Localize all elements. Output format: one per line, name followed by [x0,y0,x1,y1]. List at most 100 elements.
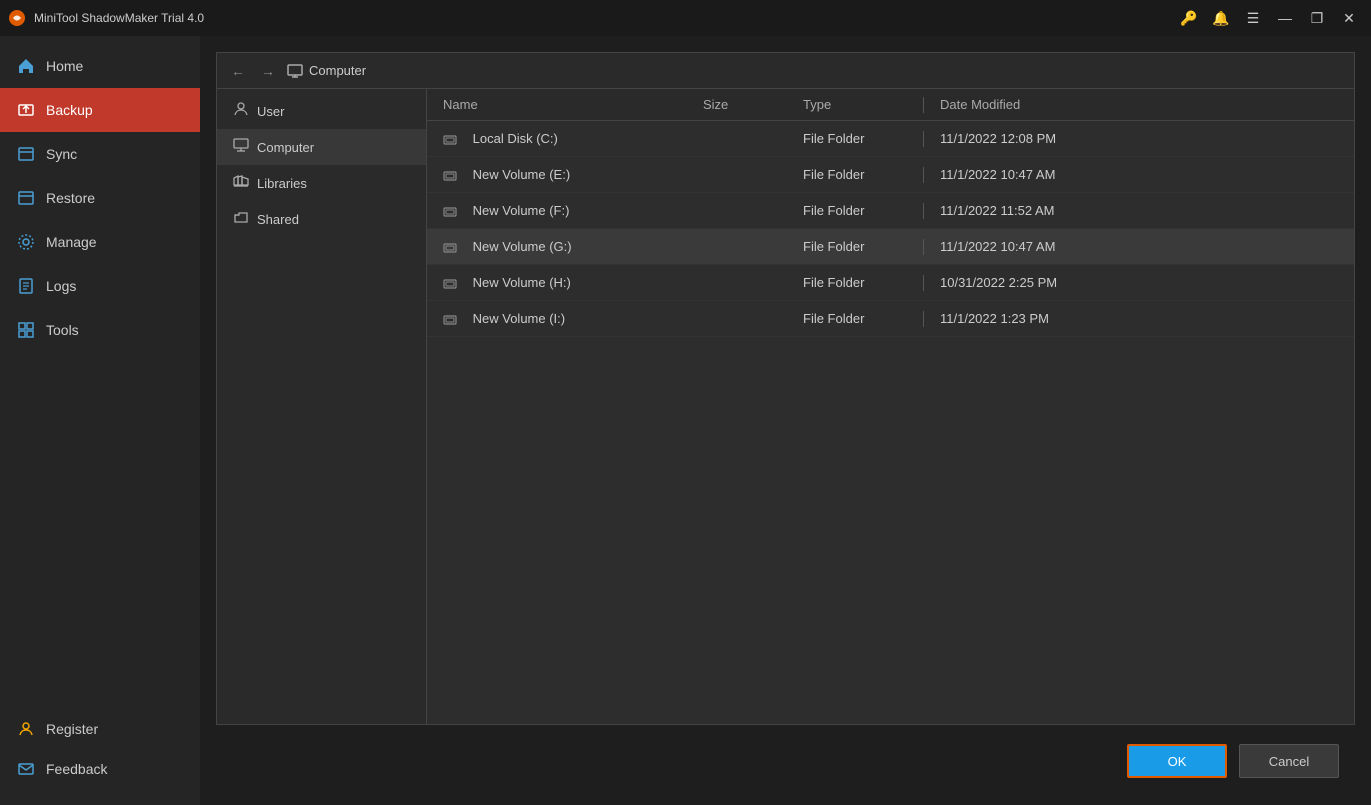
window-controls: 🔑 🔔 ☰ — ❐ ✕ [1175,4,1363,32]
nav-forward-button[interactable]: → [257,60,279,82]
sidebar-item-backup[interactable]: Backup [0,88,200,132]
file-date: 11/1/2022 12:08 PM [940,131,1338,146]
drive-icon [443,275,465,290]
libraries-tree-icon [233,173,249,193]
header-size: Size [703,97,803,112]
header-name: Name [443,97,703,112]
restore-button[interactable]: ❐ [1303,4,1331,32]
drive-icon [443,167,465,182]
drive-icon [443,131,465,146]
file-row[interactable]: New Volume (H:) File Folder 10/31/2022 2… [427,265,1354,301]
file-row[interactable]: New Volume (E:) File Folder 11/1/2022 10… [427,157,1354,193]
file-date: 10/31/2022 2:25 PM [940,275,1338,290]
drive-icon [443,203,465,218]
file-date: 11/1/2022 1:23 PM [940,311,1338,326]
file-row[interactable]: New Volume (F:) File Folder 11/1/2022 11… [427,193,1354,229]
sidebar-label-register: Register [46,721,98,737]
sidebar-item-logs[interactable]: Logs [0,264,200,308]
tree-label-user: User [257,104,284,119]
tree-item-computer[interactable]: Computer [217,129,426,165]
sidebar: Home Backup Sync [0,36,200,805]
sidebar-item-tools[interactable]: Tools [0,308,200,352]
sidebar-item-register[interactable]: Register [0,709,200,749]
tree-panel: User Computer [217,89,427,724]
register-icon [16,719,36,739]
restore-icon [16,188,36,208]
shared-tree-icon [233,209,249,229]
computer-icon [287,63,303,79]
row-divider [923,311,924,327]
sidebar-label-tools: Tools [46,322,79,338]
file-type: File Folder [803,167,923,182]
menu-icon[interactable]: ☰ [1239,4,1267,32]
key-icon[interactable]: 🔑 [1175,4,1203,32]
file-row[interactable]: New Volume (G:) File Folder 11/1/2022 10… [427,229,1354,265]
row-divider [923,239,924,255]
file-name: Local Disk (C:) [443,131,703,146]
header-divider [923,97,924,113]
file-date: 11/1/2022 10:47 AM [940,167,1338,182]
title-bar: MiniTool ShadowMaker Trial 4.0 🔑 🔔 ☰ — ❐… [0,0,1371,36]
tools-icon [16,320,36,340]
sidebar-label-manage: Manage [46,234,97,250]
file-row[interactable]: New Volume (I:) File Folder 11/1/2022 1:… [427,301,1354,337]
sidebar-label-feedback: Feedback [46,761,107,777]
manage-icon [16,232,36,252]
file-type: File Folder [803,275,923,290]
sidebar-item-manage[interactable]: Manage [0,220,200,264]
sidebar-item-restore[interactable]: Restore [0,176,200,220]
row-divider [923,131,924,147]
sidebar-item-feedback[interactable]: Feedback [0,749,200,789]
file-name: New Volume (E:) [443,167,703,182]
backup-icon [16,100,36,120]
bottom-bar: OK Cancel [216,733,1355,789]
app-logo-icon [8,9,26,27]
logs-icon [16,276,36,296]
sidebar-label-logs: Logs [46,278,76,294]
nav-bar: ← → Computer [217,53,1354,89]
sync-icon [16,144,36,164]
drive-icon [443,311,465,326]
file-type: File Folder [803,239,923,254]
home-icon [16,56,36,76]
sidebar-item-sync[interactable]: Sync [0,132,200,176]
file-type: File Folder [803,131,923,146]
ok-button[interactable]: OK [1127,744,1227,778]
user-tree-icon [233,101,249,121]
browser-panel: ← → Computer [216,52,1355,725]
main-layout: Home Backup Sync [0,36,1371,805]
file-date: 11/1/2022 10:47 AM [940,239,1338,254]
file-name: New Volume (I:) [443,311,703,326]
sidebar-bottom: Register Feedback [0,709,200,805]
sidebar-label-restore: Restore [46,190,95,206]
sidebar-label-backup: Backup [46,102,93,118]
tree-item-user[interactable]: User [217,93,426,129]
computer-tree-icon [233,137,249,157]
file-list-header: Name Size Type Date Modified [427,89,1354,121]
sidebar-label-home: Home [46,58,83,74]
file-row[interactable]: Local Disk (C:) File Folder 11/1/2022 12… [427,121,1354,157]
bell-icon[interactable]: 🔔 [1207,4,1235,32]
sidebar-item-home[interactable]: Home [0,44,200,88]
cancel-button[interactable]: Cancel [1239,744,1339,778]
row-divider [923,167,924,183]
content-area: ← → Computer [200,36,1371,805]
row-divider [923,275,924,291]
app-title: MiniTool ShadowMaker Trial 4.0 [34,11,1175,25]
file-type: File Folder [803,311,923,326]
header-type: Type [803,97,923,112]
file-date: 11/1/2022 11:52 AM [940,203,1338,218]
sidebar-label-sync: Sync [46,146,77,162]
close-button[interactable]: ✕ [1335,4,1363,32]
file-name: New Volume (H:) [443,275,703,290]
feedback-icon [16,759,36,779]
header-date: Date Modified [940,97,1338,112]
tree-label-shared: Shared [257,212,299,227]
nav-path: Computer [287,63,366,79]
row-divider [923,203,924,219]
tree-item-libraries[interactable]: Libraries [217,165,426,201]
tree-item-shared[interactable]: Shared [217,201,426,237]
minimize-button[interactable]: — [1271,4,1299,32]
file-rows-container: Local Disk (C:) File Folder 11/1/2022 12… [427,121,1354,337]
nav-back-button[interactable]: ← [227,60,249,82]
